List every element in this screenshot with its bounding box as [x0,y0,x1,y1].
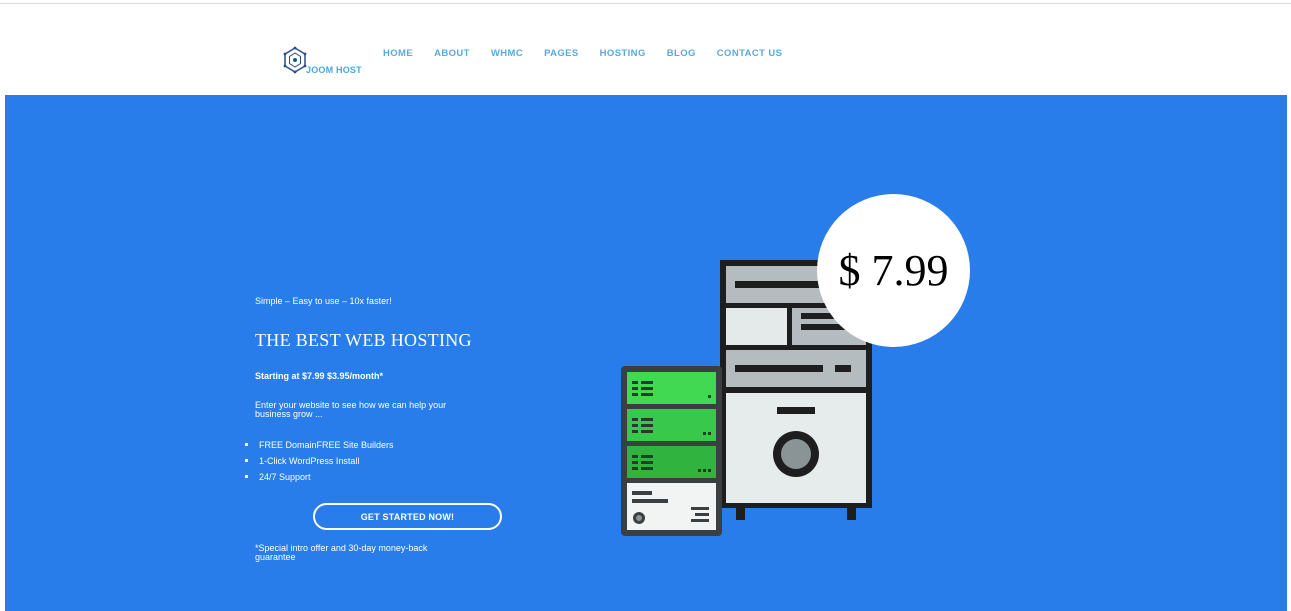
list-item: FREE DomainFREE Site Builders [245,439,394,455]
feature-label: 24/7 Support [259,472,311,482]
brand-name: JOOM HOST [306,65,362,75]
hero-lead: Enter your website to see how we can hel… [255,400,447,419]
hero-tagline: Simple – Easy to use – 10x faster! [255,296,392,306]
top-divider [0,3,1291,4]
feature-label: FREE DomainFREE Site Builders [259,440,394,450]
pricing-line: Starting at $7.99 $3.95/month* [255,371,384,381]
nav-item-pages[interactable]: PAGES [544,48,579,59]
price-badge: $ 7.99 [817,194,970,347]
nav-item-whmc[interactable]: WHMC [491,48,523,59]
hero-section: Simple – Easy to use – 10x faster! THE B… [5,95,1287,611]
hero-headline: THE BEST WEB HOSTING [255,330,472,350]
bullet-icon [245,443,248,446]
hexagon-logo-icon [283,46,307,74]
offer-disclaimer: *Special intro offer and 30-day money-ba… [255,543,428,562]
feature-label: 1-Click WordPress Install [259,456,360,466]
bullet-icon [245,459,248,462]
nav-item-contact-us[interactable]: CONTACT US [717,48,783,59]
nav-item-about[interactable]: ABOUT [434,48,470,59]
bullet-icon [245,475,248,478]
nav-item-blog[interactable]: BLOG [667,48,696,59]
list-item: 24/7 Support [245,471,394,487]
list-item: 1-Click WordPress Install [245,455,394,471]
main-nav: HOME ABOUT WHMC PAGES HOSTING BLOG CONTA… [383,48,803,59]
price-badge-value: $ 7.99 [838,246,949,295]
nav-item-home[interactable]: HOME [383,48,413,59]
feature-list: FREE DomainFREE Site Builders 1-Click Wo… [245,439,394,487]
nav-item-hosting[interactable]: HOSTING [600,48,646,59]
logo[interactable]: JOOM HOST [281,46,371,80]
get-started-button[interactable]: GET STARTED NOW! [313,503,502,530]
